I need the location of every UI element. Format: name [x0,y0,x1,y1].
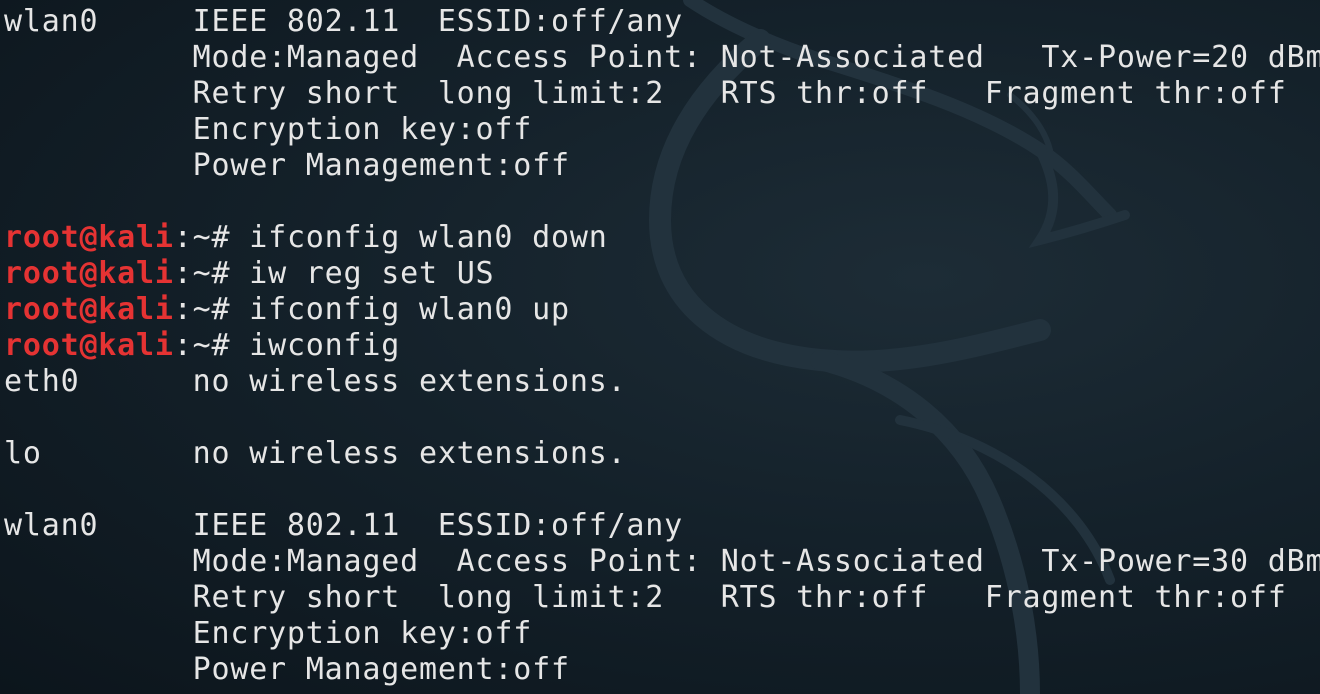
output-line: eth0 no wireless extensions. [4,364,627,399]
output-line: Encryption key:off [4,616,533,651]
output-line: Encryption key:off [4,112,533,147]
prompt-user-host: root@kali [4,328,174,363]
terminal-window[interactable]: wlan0 IEEE 802.11 ESSID:off/any Mode:Man… [0,0,1320,694]
command-line: root@kali:~# iw reg set US [4,256,1320,292]
prompt-user-host: root@kali [4,256,174,291]
prompt-path: :~# [173,220,250,255]
prompt-path: :~# [173,256,250,291]
output-line: Mode:Managed Access Point: Not-Associate… [4,544,1320,579]
prompt-path: :~# [173,328,250,363]
command-line: root@kali:~# iwconfig [4,328,1320,364]
command-text: iwconfig [249,328,401,363]
command-text: ifconfig wlan0 up [249,292,570,327]
output-line: Retry short long limit:2 RTS thr:off Fra… [4,76,1287,111]
output-line: Power Management:off [4,652,570,687]
command-text: ifconfig wlan0 down [249,220,608,255]
output-line: Mode:Managed Access Point: Not-Associate… [4,40,1320,75]
output-line: Retry short long limit:2 RTS thr:off Fra… [4,580,1287,615]
command-line: root@kali:~# ifconfig wlan0 up [4,292,1320,328]
terminal-screen[interactable]: wlan0 IEEE 802.11 ESSID:off/any Mode:Man… [4,4,1320,694]
output-line: wlan0 IEEE 802.11 ESSID:off/any [4,508,721,543]
command-line: root@kali:~# ifconfig wlan0 down [4,220,1320,256]
prompt-user-host: root@kali [4,220,174,255]
command-text: iw reg set US [249,256,495,291]
output-line: Power Management:off [4,148,570,183]
output-line: wlan0 IEEE 802.11 ESSID:off/any [4,4,721,39]
prompt-path: :~# [173,292,250,327]
output-line: lo no wireless extensions. [4,436,627,471]
prompt-user-host: root@kali [4,292,174,327]
